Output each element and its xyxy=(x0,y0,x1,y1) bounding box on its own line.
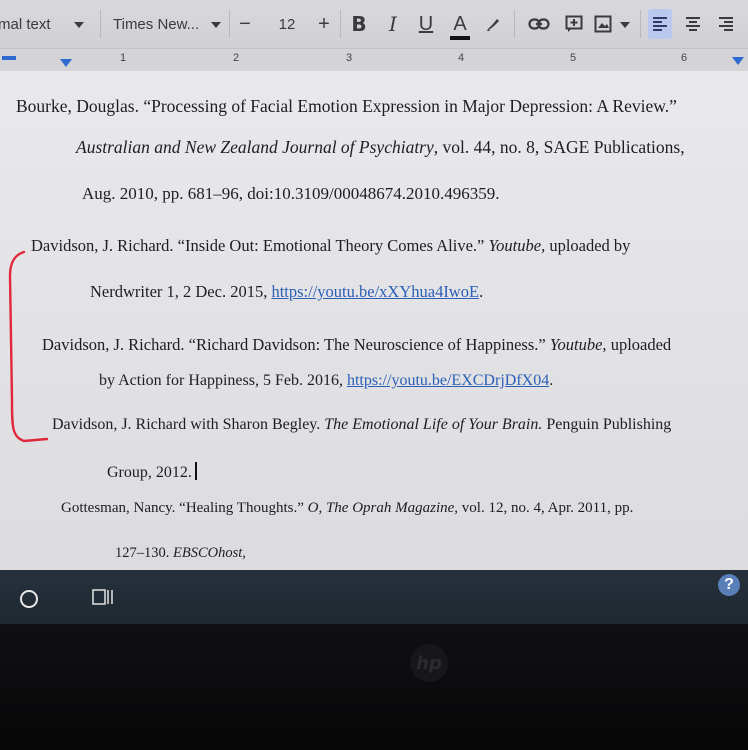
citation-davidson-2-line-2: by Action for Happiness, 5 Feb. 2016, ht… xyxy=(99,372,553,390)
citation-text: Nerdwriter 1, 2 Dec. 2015, xyxy=(90,282,272,301)
citation-link[interactable]: https://youtu.be/EXCDrjDfX04 xyxy=(347,372,549,389)
red-bracket-annotation xyxy=(8,250,49,443)
ruler-number: 1 xyxy=(120,52,127,64)
citation-title: “Processing of Facial Emotion Expression… xyxy=(143,96,677,116)
align-left-icon xyxy=(653,17,667,31)
ruler-number: 6 xyxy=(681,52,688,64)
laptop-bezel: hp xyxy=(0,624,748,750)
ruler-number: 2 xyxy=(233,52,240,64)
chevron-down-icon xyxy=(74,22,84,28)
align-center-icon xyxy=(686,17,700,31)
align-center-button[interactable] xyxy=(681,12,705,36)
decrease-font-size-button[interactable]: − xyxy=(234,0,256,48)
align-right-icon xyxy=(719,17,733,31)
citation-text: by Action for Happiness, 5 Feb. 2016, xyxy=(99,372,347,389)
citation-text: Davidson, J. Richard with Sharon Begley. xyxy=(52,416,325,433)
citation-davidson-1-line-1: Davidson, J. Richard. “Inside Out: Emoti… xyxy=(31,236,630,256)
ruler-number: 4 xyxy=(458,52,465,64)
left-margin-marker[interactable] xyxy=(2,56,16,60)
citation-details: , vol. 44, no. 8, SAGE Publications, xyxy=(433,137,685,157)
citation-gottesman-line-1: Gottesman, Nancy. “Healing Thoughts.” O,… xyxy=(61,500,633,517)
insert-link-button[interactable] xyxy=(527,12,551,36)
ruler-number: 3 xyxy=(346,52,353,64)
paragraph-style-dropdown[interactable]: mal text xyxy=(0,0,92,48)
citation-magazine: O, The Oprah Magazine xyxy=(307,500,455,516)
chevron-down-icon xyxy=(211,22,221,28)
citation-davidson-2-line-1: Davidson, J. Richard. “Richard Davidson:… xyxy=(42,335,671,355)
toolbar-divider xyxy=(100,10,101,38)
right-margin-marker[interactable] xyxy=(732,57,744,65)
increase-font-size-button[interactable]: + xyxy=(313,0,335,48)
highlight-button[interactable] xyxy=(481,12,505,36)
citation-text: Davidson, J. Richard. “Richard Davidson:… xyxy=(42,335,550,354)
underline-button[interactable]: U xyxy=(414,12,438,36)
citation-davidson-1-line-2: Nerdwriter 1, 2 Dec. 2015, https://youtu… xyxy=(90,282,483,302)
citation-text: Davidson, J. Richard. “Inside Out: Emoti… xyxy=(31,236,489,255)
font-family-value: Times New... xyxy=(113,15,200,33)
citation-text: 127–130. xyxy=(115,545,173,561)
italic-button[interactable]: I xyxy=(381,12,405,36)
citation-journal: Australian and New Zealand Journal of Ps… xyxy=(76,137,434,157)
citation-text: . xyxy=(549,372,554,389)
citation-book: The Emotional Life of Your Brain. xyxy=(324,416,543,433)
overview-icon xyxy=(92,589,113,605)
citation-davidson-3-line-1: Davidson, J. Richard with Sharon Begley.… xyxy=(52,416,671,434)
launcher-circle-icon[interactable] xyxy=(20,590,38,608)
citation-database: EBSCOhost, xyxy=(173,545,246,561)
bold-button[interactable]: B xyxy=(347,12,371,36)
toolbar-divider xyxy=(514,10,515,38)
help-button[interactable]: ? xyxy=(718,574,740,596)
first-line-indent-marker[interactable] xyxy=(60,59,72,67)
highlight-icon xyxy=(487,19,499,31)
insert-comment-button[interactable] xyxy=(562,12,586,36)
citation-author: Bourke, Douglas. xyxy=(16,96,144,116)
ruler[interactable]: 1 2 3 4 5 6 xyxy=(0,48,748,71)
hp-logo: hp xyxy=(410,644,448,682)
citation-site: Youtube, xyxy=(549,335,607,354)
citation-bourke-line-2: Australian and New Zealand Journal of Ps… xyxy=(76,137,685,158)
citation-bourke-line-3: Aug. 2010, pp. 681–96, doi:10.3109/00048… xyxy=(82,184,500,203)
align-right-button[interactable] xyxy=(714,12,738,36)
citation-text: uploaded xyxy=(606,335,672,354)
insert-image-button[interactable] xyxy=(591,12,615,36)
citation-text: , vol. 12, no. 4, Apr. 2011, pp. xyxy=(454,500,634,516)
citation-link[interactable]: https://youtu.be/xXYhua4IwoE xyxy=(271,282,479,301)
text-cursor xyxy=(194,462,197,480)
ruler-number: 5 xyxy=(570,52,577,64)
os-shelf: ? xyxy=(0,570,748,624)
image-icon xyxy=(594,15,612,33)
citation-gottesman-line-2: 127–130. EBSCOhost, xyxy=(115,545,246,562)
citation-text: uploaded by xyxy=(545,236,631,255)
overview-button[interactable] xyxy=(92,588,114,611)
citation-text: . xyxy=(479,282,484,301)
chevron-down-icon[interactable] xyxy=(620,22,630,28)
text-color-button[interactable]: A xyxy=(448,12,472,40)
toolbar-divider xyxy=(340,10,341,38)
toolbar-divider xyxy=(229,10,230,38)
text-color-icon: A xyxy=(453,12,467,35)
paragraph-style-value: mal text xyxy=(0,15,51,33)
citation-text: Penguin Publishing xyxy=(542,416,672,433)
citation-site: Youtube, xyxy=(488,236,546,255)
comment-icon xyxy=(565,15,583,32)
toolbar-divider xyxy=(640,10,641,38)
citation-text: Group, 2012. xyxy=(107,464,192,481)
citation-davidson-3-line-2: Group, 2012. xyxy=(107,462,197,482)
formatting-toolbar: mal text Times New... − 12 + B I U A xyxy=(0,0,748,48)
citation-text: Gottesman, Nancy. “Healing Thoughts.” xyxy=(61,500,308,516)
font-size-input[interactable]: 12 xyxy=(262,0,312,48)
align-left-button[interactable] xyxy=(648,9,672,39)
link-icon xyxy=(528,18,550,30)
text-color-swatch xyxy=(450,36,470,40)
citation-bourke-line-1: Bourke, Douglas. “Processing of Facial E… xyxy=(16,96,677,117)
document-page[interactable]: Bourke, Douglas. “Processing of Facial E… xyxy=(0,71,748,570)
font-family-dropdown[interactable]: Times New... xyxy=(113,0,225,48)
